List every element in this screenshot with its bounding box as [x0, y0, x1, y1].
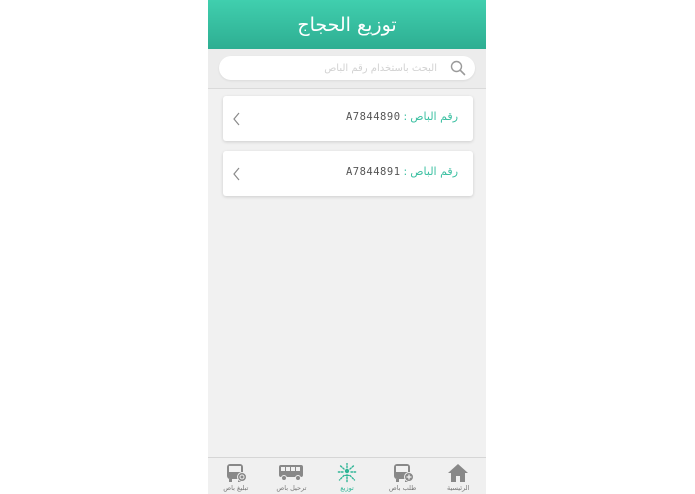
chevron-left-icon — [233, 167, 240, 181]
bus-card-text: رقم الباص:A7844890 — [346, 110, 458, 123]
chevron-left-icon — [233, 112, 240, 126]
bus-report-icon — [226, 464, 247, 482]
search-bar — [208, 49, 486, 89]
tab-report-bus[interactable]: تبليغ باص — [208, 458, 264, 494]
tab-request-bus[interactable]: طلب باص — [375, 458, 431, 494]
tab-label: الرئيسية — [447, 484, 470, 492]
home-icon — [448, 464, 469, 482]
tab-label: تبليغ باص — [223, 484, 249, 492]
bus-card[interactable]: رقم الباص:A7844890 — [223, 96, 473, 141]
distribute-icon — [336, 463, 358, 483]
bus-side-icon — [279, 465, 304, 481]
app-header: توزيع الحجاج — [208, 0, 486, 49]
search-box[interactable] — [219, 56, 475, 80]
bus-number-value: A7844891 — [345, 166, 401, 178]
bottom-tab-bar: الرئيسية طلب باص توزيع ترحيل باص تبليغ ب… — [208, 457, 486, 494]
tab-label: طلب باص — [388, 484, 417, 492]
tab-transfer-bus[interactable]: ترحيل باص — [264, 458, 320, 494]
bus-card-text: رقم الباص:A7844891 — [346, 165, 458, 178]
label-separator: : — [403, 165, 408, 178]
search-input[interactable] — [237, 59, 437, 77]
tab-home[interactable]: الرئيسية — [430, 458, 486, 494]
page-title: توزيع الحجاج — [297, 13, 397, 36]
tab-label: ترحيل باص — [276, 484, 307, 492]
search-icon[interactable] — [450, 60, 466, 76]
bus-card[interactable]: رقم الباص:A7844891 — [223, 151, 473, 196]
bus-number-label: رقم الباص — [410, 110, 458, 123]
bus-number-value: A7844890 — [345, 111, 401, 123]
tab-distribute[interactable]: توزيع — [319, 458, 375, 494]
bus-number-label: رقم الباص — [410, 165, 458, 178]
label-separator: : — [403, 110, 408, 123]
tab-label: توزيع — [340, 484, 354, 492]
app-screen: توزيع الحجاج رقم الباص:A7844890 رقم البا… — [208, 0, 486, 494]
bus-add-icon — [393, 464, 414, 482]
